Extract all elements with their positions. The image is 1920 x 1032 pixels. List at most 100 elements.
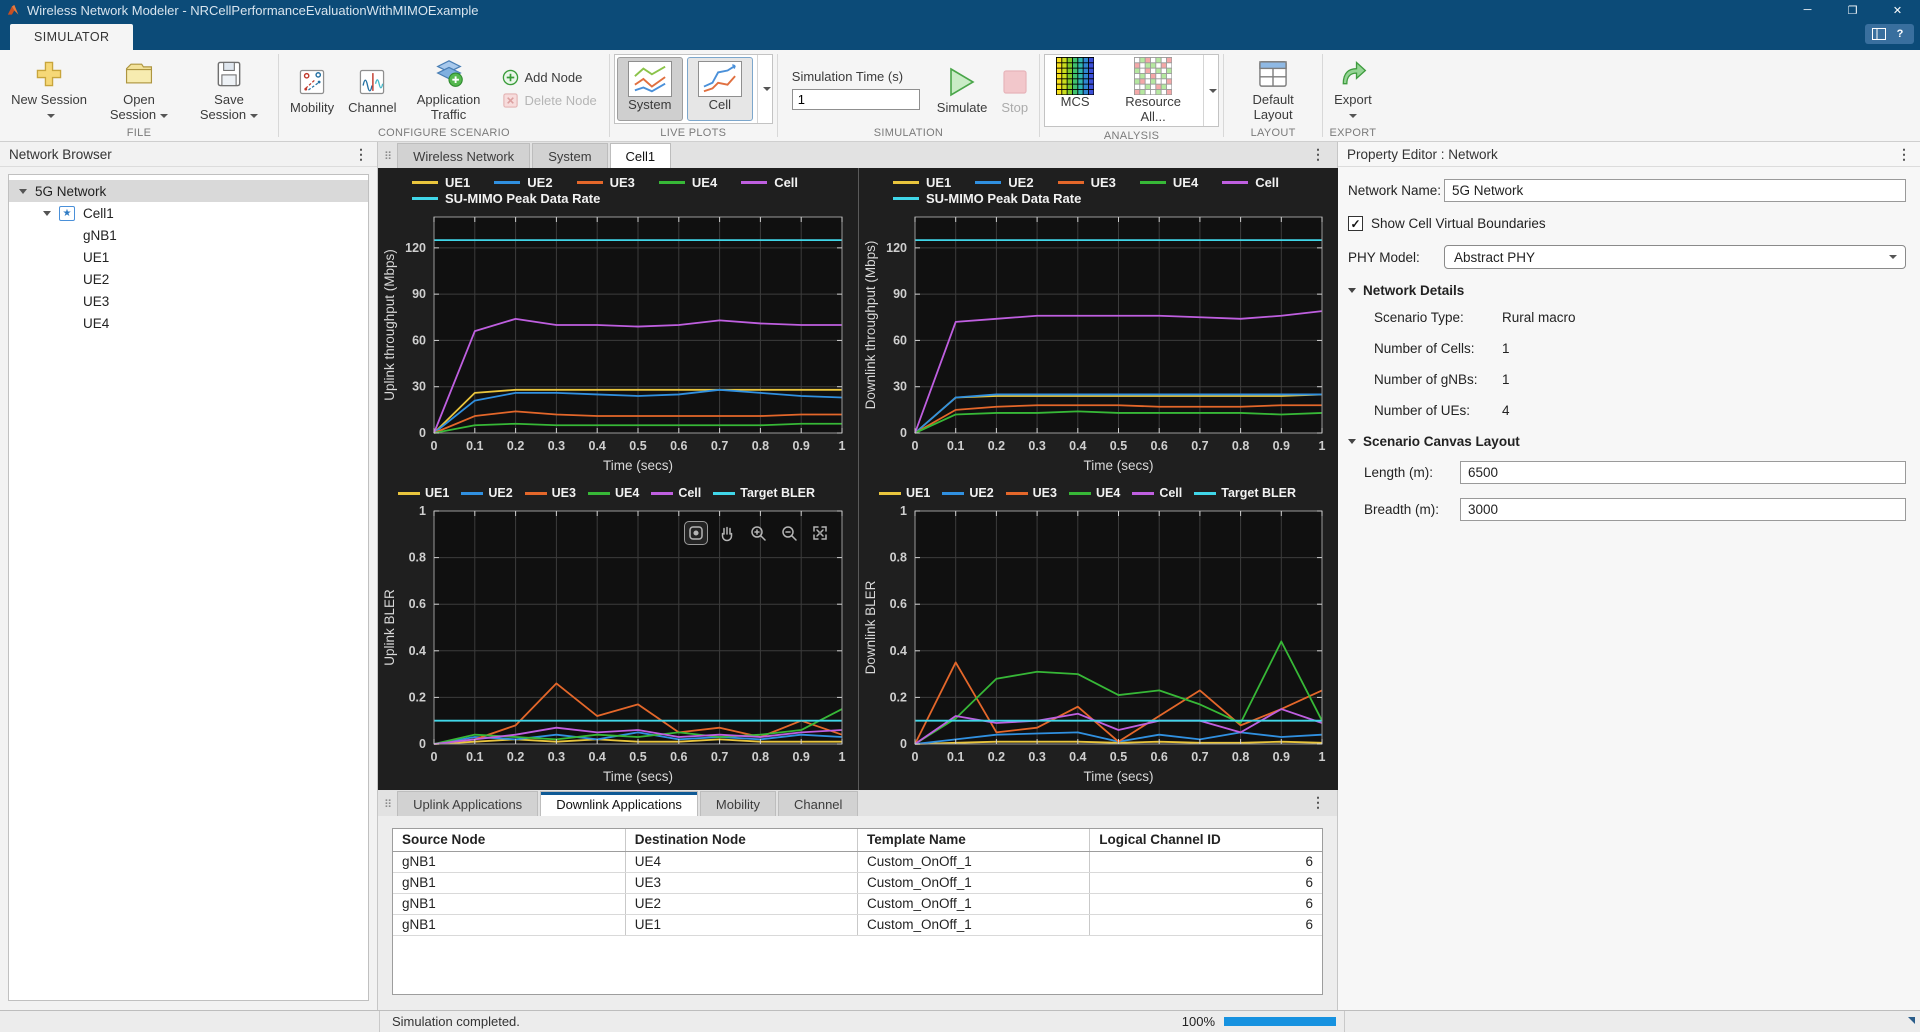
zoom-in-icon[interactable] bbox=[746, 521, 770, 545]
table-row[interactable]: gNB1UE2Custom_OnOff_16 bbox=[393, 893, 1322, 914]
table-cell: 6 bbox=[1090, 851, 1322, 872]
tab-channel[interactable]: Channel bbox=[778, 791, 858, 816]
restore-view-icon[interactable] bbox=[684, 521, 708, 545]
show-boundaries-checkbox[interactable]: ✓ bbox=[1348, 216, 1363, 231]
tab-downlink-applications[interactable]: Downlink Applications bbox=[540, 791, 698, 816]
tree-item-ue1[interactable]: UE1 bbox=[9, 246, 368, 268]
svg-text:0: 0 bbox=[912, 439, 919, 453]
legend-label: UE4 bbox=[1096, 486, 1120, 500]
legend-swatch bbox=[713, 492, 735, 495]
phy-model-select[interactable]: Abstract PHY bbox=[1444, 245, 1906, 269]
system-plot-button[interactable]: System bbox=[617, 57, 683, 121]
tab-uplink-applications[interactable]: Uplink Applications bbox=[397, 791, 538, 816]
tree-item-ue4[interactable]: UE4 bbox=[9, 312, 368, 334]
live-plots-dropdown-button[interactable] bbox=[757, 55, 772, 123]
tree-item-gnb1[interactable]: gNB1 bbox=[9, 224, 368, 246]
table-cell: UE3 bbox=[625, 872, 857, 893]
mcs-button[interactable]: MCS bbox=[1045, 55, 1105, 126]
legend-cell: Cell bbox=[1222, 175, 1279, 190]
delete-node-button[interactable]: Delete Node bbox=[502, 92, 597, 109]
layout-toggle-icon[interactable] bbox=[1870, 26, 1888, 42]
stop-button[interactable]: Stop bbox=[994, 61, 1035, 118]
expander-icon[interactable] bbox=[19, 189, 27, 194]
column-header-source-node[interactable]: Source Node bbox=[393, 829, 625, 851]
tab-wireless-network[interactable]: Wireless Network bbox=[397, 143, 530, 168]
svg-text:0.6: 0.6 bbox=[890, 597, 907, 611]
application-traffic-button[interactable]: Application Traffic bbox=[404, 53, 494, 124]
help-icon[interactable]: ? bbox=[1891, 26, 1909, 42]
chart-dl-bler: UE1UE2UE3UE4CellTarget BLER00.10.20.30.4… bbox=[858, 479, 1338, 790]
channel-button[interactable]: Channel bbox=[341, 61, 403, 118]
tree-item-5g-network[interactable]: 5G Network bbox=[9, 180, 368, 202]
legend-cell: Cell bbox=[651, 486, 701, 500]
cell-plot-button[interactable]: Cell bbox=[687, 57, 753, 121]
table-row[interactable]: gNB1UE4Custom_OnOff_16 bbox=[393, 851, 1322, 872]
svg-text:0: 0 bbox=[900, 426, 907, 440]
tab-cell1[interactable]: Cell1 bbox=[610, 143, 672, 168]
legend-label: Cell bbox=[678, 486, 701, 500]
open-session-button[interactable]: Open Session bbox=[94, 53, 184, 124]
applications-table: Source NodeDestination NodeTemplate Name… bbox=[393, 829, 1322, 936]
dropdown-arrow-icon bbox=[1349, 114, 1357, 118]
table-cell: 6 bbox=[1090, 914, 1322, 935]
titlebar: Wireless Network Modeler - NRCellPerform… bbox=[0, 0, 1920, 20]
save-session-button[interactable]: Save Session bbox=[184, 53, 274, 124]
export-button[interactable]: Export bbox=[1327, 53, 1379, 124]
grip-icon[interactable]: ⠿ bbox=[384, 150, 392, 163]
grip-icon[interactable]: ⠿ bbox=[384, 798, 392, 811]
svg-text:0.1: 0.1 bbox=[947, 439, 964, 453]
column-header-template-name[interactable]: Template Name bbox=[858, 829, 1090, 851]
analysis-dropdown-button[interactable] bbox=[1203, 55, 1218, 126]
overflow-menu-icon[interactable]: ⋮ bbox=[354, 147, 368, 161]
legend-ue2: UE2 bbox=[975, 175, 1033, 190]
tree-item-cell1[interactable]: ★Cell1 bbox=[9, 202, 368, 224]
svg-text:0.4: 0.4 bbox=[589, 439, 606, 453]
resource-allocation-button[interactable]: Resource All... bbox=[1105, 55, 1201, 126]
network-details-section[interactable]: Network Details bbox=[1348, 283, 1906, 298]
svg-text:0.9: 0.9 bbox=[1273, 750, 1290, 764]
tab-mobility[interactable]: Mobility bbox=[700, 791, 776, 816]
default-layout-button[interactable]: Default Layout bbox=[1228, 53, 1318, 124]
tab-simulator[interactable]: SIMULATOR bbox=[10, 24, 133, 50]
tab-system[interactable]: System bbox=[532, 143, 607, 168]
tree-item-ue2[interactable]: UE2 bbox=[9, 268, 368, 290]
svg-text:0.2: 0.2 bbox=[988, 750, 1005, 764]
resize-grip-icon[interactable] bbox=[1908, 1017, 1915, 1024]
tree-item-ue3[interactable]: UE3 bbox=[9, 290, 368, 312]
column-header-destination-node[interactable]: Destination Node bbox=[625, 829, 857, 851]
close-icon[interactable]: ✕ bbox=[1875, 0, 1920, 20]
fit-view-icon[interactable] bbox=[808, 521, 832, 545]
maximize-icon[interactable]: ❐ bbox=[1830, 0, 1875, 20]
center-panel: ⠿ Wireless NetworkSystemCell1 ⋮ UE1UE2UE… bbox=[378, 142, 1338, 1010]
expander-icon[interactable] bbox=[43, 211, 51, 216]
tree-item-label: gNB1 bbox=[83, 228, 117, 243]
simulation-time-input[interactable] bbox=[792, 89, 920, 110]
chart-legend: UE1UE2UE3UE4CellSU-MIMO Peak Data Rate bbox=[859, 168, 1338, 207]
breadth-input[interactable] bbox=[1460, 498, 1906, 521]
network-name-input[interactable] bbox=[1444, 179, 1906, 202]
overflow-menu-icon[interactable]: ⋮ bbox=[1897, 147, 1911, 161]
scenario-canvas-section[interactable]: Scenario Canvas Layout bbox=[1348, 434, 1906, 449]
simulate-button[interactable]: Simulate bbox=[930, 61, 995, 118]
overflow-menu-icon[interactable]: ⋮ bbox=[1311, 147, 1325, 161]
add-node-button[interactable]: Add Node bbox=[502, 69, 597, 86]
length-input[interactable] bbox=[1460, 461, 1906, 484]
legend-label: UE3 bbox=[1091, 175, 1116, 190]
mobility-button[interactable]: Mobility bbox=[283, 61, 341, 118]
legend-label: Target BLER bbox=[740, 486, 815, 500]
legend-label: UE1 bbox=[926, 175, 951, 190]
table-row[interactable]: gNB1UE1Custom_OnOff_16 bbox=[393, 914, 1322, 935]
minimize-icon[interactable]: ─ bbox=[1785, 0, 1830, 20]
overflow-menu-icon[interactable]: ⋮ bbox=[1311, 795, 1325, 809]
svg-text:0.4: 0.4 bbox=[409, 644, 426, 658]
svg-text:0.8: 0.8 bbox=[752, 750, 769, 764]
svg-text:90: 90 bbox=[893, 287, 907, 301]
new-session-button[interactable]: New Session bbox=[4, 53, 94, 124]
pan-icon[interactable] bbox=[715, 521, 739, 545]
table-row[interactable]: gNB1UE3Custom_OnOff_16 bbox=[393, 872, 1322, 893]
svg-text:0.5: 0.5 bbox=[1110, 439, 1127, 453]
zoom-out-icon[interactable] bbox=[777, 521, 801, 545]
column-header-logical-channel-id[interactable]: Logical Channel ID bbox=[1090, 829, 1322, 851]
legend-swatch bbox=[1132, 492, 1154, 495]
new-session-label: New Session bbox=[11, 92, 87, 107]
